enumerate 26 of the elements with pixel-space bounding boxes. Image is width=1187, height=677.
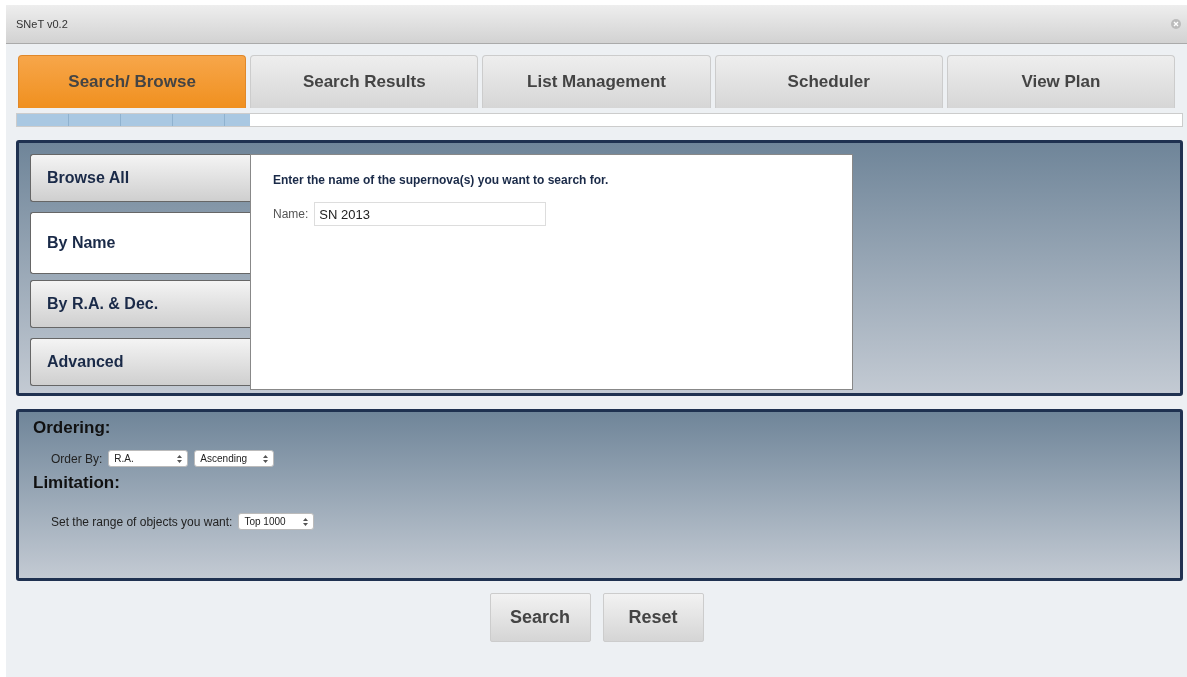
- window-title: SNeT v0.2: [16, 18, 68, 30]
- tab[interactable]: Search Results: [250, 55, 479, 108]
- instruction-text: Enter the name of the supernova(s) you want to search for.: [273, 173, 610, 187]
- close-icon[interactable]: [1171, 19, 1181, 29]
- dropdown[interactable]: Top 1000: [238, 513, 315, 530]
- dropdown[interactable]: Ascending: [194, 450, 275, 467]
- tab[interactable]: View Plan: [946, 55, 1175, 108]
- search-mode-tab[interactable]: Browse All: [30, 154, 250, 202]
- tab[interactable]: Scheduler: [714, 55, 943, 108]
- order-by-label: Order By:: [51, 451, 103, 466]
- dropdown[interactable]: R.A.: [108, 450, 189, 467]
- search-mode-tab[interactable]: Advanced: [30, 338, 250, 386]
- tab[interactable]: Search/ Browse: [18, 55, 247, 108]
- updown-arrow-icon: [263, 454, 269, 463]
- name-field[interactable]: SN 2013: [314, 202, 547, 226]
- search-mode-tab[interactable]: By Name: [30, 212, 250, 274]
- updown-arrow-icon: [177, 454, 183, 463]
- updown-arrow-icon: [303, 517, 309, 526]
- tab[interactable]: List Management: [482, 55, 711, 108]
- ordering-heading: Ordering:: [33, 418, 112, 438]
- search-mode-tab[interactable]: By R.A. & Dec.: [30, 280, 250, 328]
- limitation-heading: Limitation:: [33, 473, 121, 493]
- name-label: Name:: [273, 207, 309, 221]
- action-button[interactable]: Reset: [602, 593, 704, 642]
- range-label: Set the range of objects you want:: [51, 514, 233, 529]
- action-button[interactable]: Search: [489, 593, 591, 642]
